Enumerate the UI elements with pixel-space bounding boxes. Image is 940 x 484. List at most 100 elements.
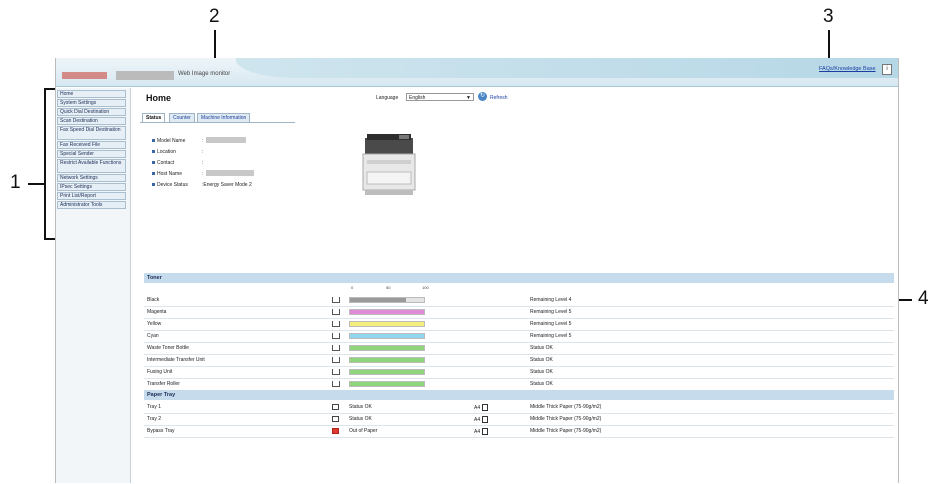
sidebar-item-fax-received-file[interactable]: Fax Received File: [57, 141, 126, 149]
help-icon[interactable]: i: [882, 64, 892, 75]
toner-level-bar: [349, 321, 425, 327]
toner-cartridge-icon: [332, 345, 340, 351]
tray-icon: [332, 416, 339, 422]
tray-alert-icon: [332, 428, 339, 434]
toner-level-bar: [349, 333, 425, 339]
info-value-device-status: :Energy Saver Mode 2: [202, 182, 252, 188]
toner-level-fill: [350, 382, 424, 386]
toner-level-bar: [349, 297, 425, 303]
info-label-text: Location: [157, 149, 176, 155]
toner-item-name: Transfer Roller: [147, 381, 180, 387]
tray-name: Bypass Tray: [147, 428, 175, 434]
toner-item-name: Waste Toner Bottle: [147, 345, 189, 351]
info-label-location: Location: [152, 149, 176, 155]
tray-size-text: A4: [474, 416, 481, 423]
tray-icon: [332, 404, 339, 410]
printer-image: [362, 134, 416, 195]
toner-level-bar: [349, 357, 425, 363]
callout-4: 4: [918, 288, 929, 309]
sidebar-item-network-settings[interactable]: Network Settings: [57, 174, 126, 182]
toner-cartridge-icon: [332, 357, 340, 363]
toner-cartridge-icon: [332, 321, 340, 327]
sidebar-item-quick-dial[interactable]: Quick Dial Destination: [57, 108, 126, 116]
sidebar-item-fax-speed-dial[interactable]: Fax Speed Dial Destination: [57, 126, 126, 140]
tab-status[interactable]: Status: [142, 113, 166, 122]
toner-item-name: Yellow: [147, 321, 162, 327]
browser-screen: Web Image monitor FAQs/Knowledge Base i …: [55, 58, 899, 483]
info-value-model-name: :: [202, 138, 204, 144]
info-label-contact: Contact: [152, 160, 174, 166]
toner-item-name: Cyan: [147, 333, 159, 339]
tab-machine-information[interactable]: Machine Information: [197, 113, 251, 122]
brand-logo: [62, 72, 107, 79]
paper-tray-row: Bypass Tray Out of Paper A4 Middle Thick P…: [144, 425, 894, 438]
toner-status: Status OK: [530, 369, 553, 375]
callout-3: 3: [823, 6, 834, 27]
toner-level-fill: [350, 310, 424, 314]
refresh-icon[interactable]: ↻: [478, 92, 487, 101]
sidebar-item-home[interactable]: Home: [57, 90, 126, 98]
faq-knowledge-base-link[interactable]: FAQs/Knowledge Base: [819, 66, 876, 72]
tray-status: Status OK: [349, 416, 372, 422]
sidebar-item-scan-destination[interactable]: Scan Destination: [57, 117, 126, 125]
app-title: Web Image monitor: [178, 71, 231, 77]
tray-status: Out of Paper: [349, 428, 378, 434]
sidebar-menu: Home System Settings Quick Dial Destinat…: [56, 88, 131, 483]
chevron-down-icon: ▼: [466, 95, 471, 101]
info-label-host-name: Host Name: [152, 171, 182, 177]
toner-level-fill: [350, 322, 424, 326]
sidebar-item-restrict-functions[interactable]: Restrict Available Functions: [57, 159, 126, 173]
redacted-host-name: [206, 170, 254, 176]
tray-size-text: A4: [474, 428, 481, 435]
sidebar-item-special-sender[interactable]: Special Sender: [57, 150, 126, 158]
sidebar-item-system-settings[interactable]: System Settings: [57, 99, 126, 107]
bullet-icon: [152, 172, 155, 176]
tray-status: Status OK: [349, 404, 372, 410]
paper-icon: [481, 428, 488, 435]
info-value-location: :: [202, 149, 204, 155]
toner-status: Remaining Level 5: [530, 321, 572, 327]
refresh-link[interactable]: Refresh: [490, 95, 508, 101]
toner-cartridge-icon: [332, 369, 340, 375]
toner-item-name: Black: [147, 297, 160, 303]
toner-status: Remaining Level 5: [530, 309, 572, 315]
info-label-text: Contact: [157, 160, 175, 166]
sidebar-item-ipsec-settings[interactable]: IPsec Settings: [57, 183, 126, 191]
sidebar-item-print-list-report[interactable]: Print List/Report: [57, 192, 126, 200]
info-value-contact: :: [202, 160, 204, 166]
callout-1-leader: [28, 183, 44, 185]
toner-level-fill: [350, 358, 424, 362]
bullet-icon: [152, 150, 155, 154]
toner-level-fill: [350, 334, 424, 338]
toner-cartridge-icon: [332, 381, 340, 387]
bullet-icon: [152, 139, 155, 143]
scale-label-50: 50: [386, 285, 391, 290]
info-label-model-name: Model Name: [152, 138, 185, 144]
toner-level-bar: [349, 309, 425, 315]
toner-section-header: Toner: [144, 273, 894, 283]
callout-1: 1: [10, 172, 21, 193]
language-label: Language: [376, 95, 399, 101]
tray-size-text: A4: [474, 404, 481, 411]
info-label-text: Host Name: [157, 171, 183, 177]
info-value-host-name: :: [202, 171, 204, 177]
sidebar-item-administrator-tools[interactable]: Administrator Tools: [57, 201, 126, 209]
toner-cartridge-icon: [332, 309, 340, 315]
paper-tray-section-header: Paper Tray: [144, 390, 894, 400]
language-select-value: English: [409, 95, 426, 101]
tray-paper-size: A4: [474, 428, 488, 435]
paper-icon: [481, 416, 488, 423]
toner-item-name: Intermediate Transfer Unit: [147, 357, 205, 363]
toner-status: Status OK: [530, 357, 553, 363]
paper-icon: [481, 404, 488, 411]
tab-counter[interactable]: Counter: [169, 113, 195, 122]
info-label-text: Model Name: [157, 138, 186, 144]
tab-divider: [140, 122, 295, 123]
redacted-model-name: [206, 137, 246, 143]
top-banner: Web Image monitor FAQs/Knowledge Base i: [56, 58, 898, 87]
toner-item-name: Magenta: [147, 309, 167, 315]
page-title: Home: [146, 93, 172, 103]
product-logo: [116, 71, 174, 80]
language-select[interactable]: English ▼: [406, 93, 474, 101]
toner-item-name: Fusing Unit: [147, 369, 173, 375]
